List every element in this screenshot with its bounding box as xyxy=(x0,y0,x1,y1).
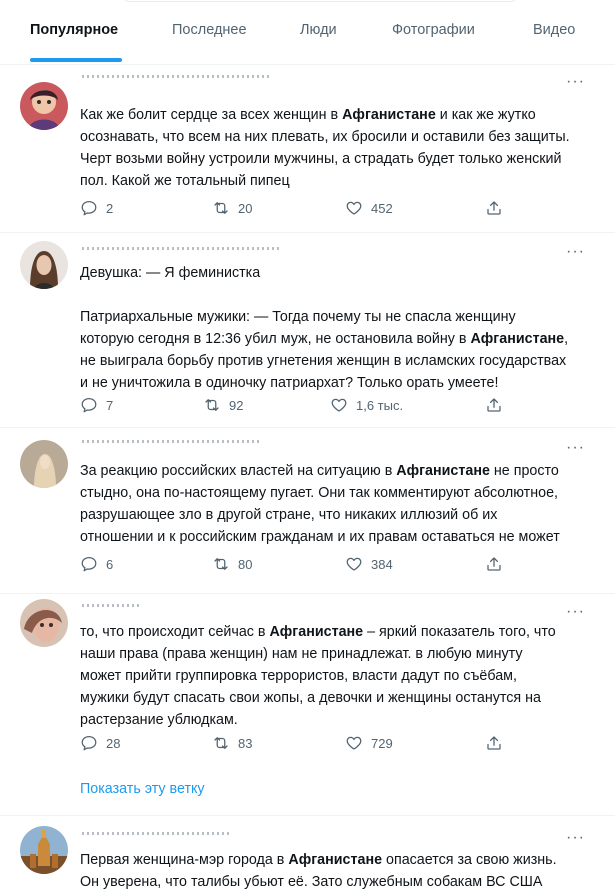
retweet-button[interactable]: 80 xyxy=(212,554,252,574)
search-keyword[interactable]: Афганистане xyxy=(470,331,564,347)
tab-people[interactable]: Люди xyxy=(300,22,337,38)
tweet[interactable]: ··· За реакцию российских властей на сит… xyxy=(0,428,615,594)
tweet-text: то, что происходит сейчас в Афганистане … xyxy=(80,624,556,728)
retweet-button[interactable]: 92 xyxy=(203,395,243,415)
reply-count: 28 xyxy=(106,735,121,751)
avatar[interactable] xyxy=(20,440,68,488)
reply-button[interactable]: 28 xyxy=(80,733,120,753)
share-button[interactable] xyxy=(485,395,503,415)
author-name-redacted xyxy=(82,247,282,250)
reply-button[interactable]: 2 xyxy=(80,198,113,218)
share-button[interactable] xyxy=(485,733,503,753)
reply-icon xyxy=(81,397,97,413)
share-icon xyxy=(487,398,501,412)
more-options-icon[interactable]: ··· xyxy=(566,830,585,846)
author-name-redacted xyxy=(82,832,232,835)
like-button[interactable]: 729 xyxy=(345,733,393,753)
like-button[interactable]: 452 xyxy=(345,198,393,218)
author-name-redacted xyxy=(82,440,262,443)
like-count: 1,6 тыс. xyxy=(356,397,404,413)
active-tab-indicator xyxy=(30,58,122,62)
like-count: 452 xyxy=(371,200,393,216)
avatar[interactable] xyxy=(20,826,68,874)
search-keyword[interactable]: Афганистане xyxy=(342,107,436,123)
retweet-icon xyxy=(214,558,228,570)
tweet-actions: 2 20 452 xyxy=(80,198,510,218)
avatar[interactable] xyxy=(20,241,68,289)
reply-icon xyxy=(81,735,97,751)
retweet-count: 20 xyxy=(238,200,253,216)
retweet-icon xyxy=(205,399,219,411)
tweet-text: Девушка: — Я феминистка Патриархальные м… xyxy=(80,265,569,391)
tweet[interactable]: ··· то, что происходит сейчас в Афганист… xyxy=(0,594,615,816)
reply-button[interactable]: 7 xyxy=(80,395,113,415)
tweet-text: Как же болит сердце за всех женщин в Афг… xyxy=(80,107,570,189)
reply-icon xyxy=(81,200,97,216)
author-name-redacted xyxy=(82,75,272,78)
tab-videos[interactable]: Видео xyxy=(533,22,575,38)
reply-count: 6 xyxy=(106,556,114,572)
tweet-actions: 6 80 384 xyxy=(80,554,510,574)
like-count: 729 xyxy=(371,735,393,751)
retweet-count: 80 xyxy=(238,556,253,572)
tweet[interactable]: ··· Как же болит сердце за всех женщин в… xyxy=(0,66,615,233)
tweet-actions: 7 92 1,6 тыс. xyxy=(80,395,510,415)
reply-count: 2 xyxy=(106,200,114,216)
share-icon xyxy=(487,201,501,215)
retweet-button[interactable]: 83 xyxy=(212,733,252,753)
author-name-redacted xyxy=(82,604,142,607)
tab-photos[interactable]: Фотографии xyxy=(392,22,475,38)
more-options-icon[interactable]: ··· xyxy=(566,604,585,620)
heart-icon xyxy=(346,201,362,215)
avatar[interactable] xyxy=(20,599,68,647)
heart-icon xyxy=(346,736,362,750)
share-button[interactable] xyxy=(485,198,503,218)
tweet-text: Первая женщина-мэр города в Афганистане … xyxy=(80,852,557,890)
share-button[interactable] xyxy=(485,554,503,574)
tab-latest[interactable]: Последнее xyxy=(172,22,247,38)
show-thread-link[interactable]: Показать эту ветку xyxy=(80,781,205,797)
share-icon xyxy=(487,557,501,571)
like-button[interactable]: 384 xyxy=(345,554,393,574)
heart-icon xyxy=(346,557,362,571)
tab-popular[interactable]: Популярное xyxy=(30,22,118,38)
tweet[interactable]: ··· Девушка: — Я феминистка Патриархальн… xyxy=(0,233,615,428)
retweet-icon xyxy=(214,202,228,214)
reply-count: 7 xyxy=(106,397,114,413)
search-keyword[interactable]: Афганистане xyxy=(269,624,363,640)
retweet-count: 92 xyxy=(229,397,244,413)
retweet-icon xyxy=(214,737,228,749)
tweet[interactable]: ··· Первая женщина-мэр города в Афганист… xyxy=(0,816,615,894)
search-keyword[interactable]: Афганистане xyxy=(288,852,382,868)
more-options-icon[interactable]: ··· xyxy=(566,244,585,260)
retweet-count: 83 xyxy=(238,735,253,751)
avatar[interactable] xyxy=(20,82,68,130)
more-options-icon[interactable]: ··· xyxy=(566,74,585,90)
reply-icon xyxy=(81,556,97,572)
like-button[interactable]: 1,6 тыс. xyxy=(330,395,403,415)
search-tabs: Популярное Последнее Люди Фотографии Вид… xyxy=(0,0,615,65)
heart-icon xyxy=(331,398,347,412)
share-icon xyxy=(487,736,501,750)
search-keyword[interactable]: Афганистане xyxy=(396,463,490,479)
tweet-actions: 28 83 729 xyxy=(80,733,510,753)
tweet-text: За реакцию российских властей на ситуаци… xyxy=(80,463,560,545)
like-count: 384 xyxy=(371,556,393,572)
more-options-icon[interactable]: ··· xyxy=(566,440,585,456)
retweet-button[interactable]: 20 xyxy=(212,198,252,218)
reply-button[interactable]: 6 xyxy=(80,554,113,574)
